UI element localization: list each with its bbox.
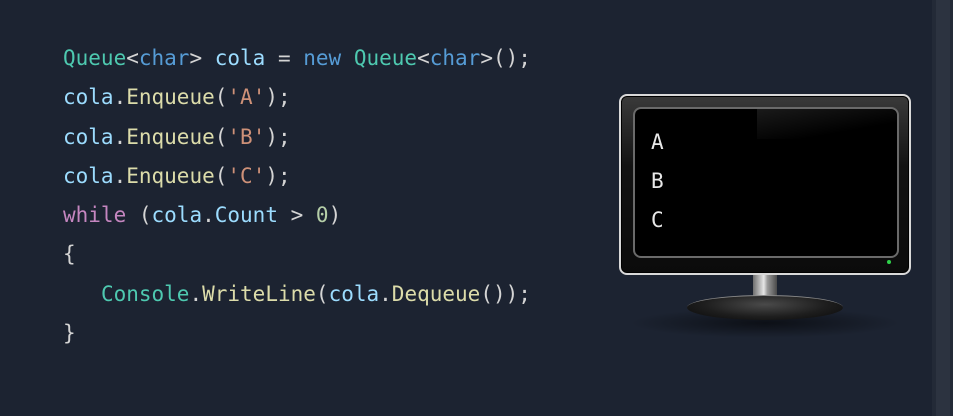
code-line: {: [63, 235, 531, 274]
code-token: WriteLine: [202, 281, 316, 306]
code-token: Queue: [63, 46, 127, 70]
code-token: <: [126, 46, 139, 70]
code-token: (: [214, 163, 228, 188]
code-token: {: [63, 242, 76, 267]
monitor-icon: A B C: [619, 94, 911, 338]
code-token: >: [189, 46, 215, 70]
code-token: while: [63, 203, 127, 228]
code-line: Queue<char> cola = new Queue<char>();: [63, 39, 531, 78]
code-token: .: [379, 281, 392, 306]
code-token: }: [63, 321, 76, 346]
code-block: Queue<char> cola = new Queue<char>(); col…: [63, 39, 531, 353]
code-token: .: [202, 203, 215, 228]
code-token: char: [429, 46, 481, 70]
scrollbar[interactable]: [932, 0, 953, 416]
code-token: cola: [63, 85, 114, 110]
code-token: .: [113, 163, 127, 188]
monitor-neck: [753, 275, 777, 297]
code-line: cola.Enqueue('C');: [63, 157, 531, 196]
monitor-bezel: A B C: [619, 94, 911, 275]
console-line: A: [651, 130, 664, 154]
code-line: Console.WriteLine(cola.Dequeue());: [63, 275, 531, 314]
code-token: Dequeue: [391, 281, 481, 306]
code-token: char: [138, 46, 190, 70]
code-token: );: [265, 163, 291, 188]
code-token: Enqueue: [126, 163, 215, 188]
code-token: (: [126, 203, 152, 228]
code-token: 'C': [227, 163, 266, 188]
code-token: Count: [214, 203, 278, 228]
console-screen: A B C: [633, 107, 899, 258]
code-token: .: [113, 124, 127, 149]
code-token: );: [265, 124, 291, 149]
code-token: .: [189, 281, 203, 306]
code-token: cola: [214, 46, 266, 70]
monitor-stand: [687, 295, 843, 320]
code-token: ): [328, 203, 342, 228]
code-line: while (cola.Count > 0): [63, 196, 531, 235]
code-token: new: [303, 46, 342, 70]
code-token: <: [417, 46, 430, 70]
code-token: cola: [63, 163, 114, 188]
console-line: C: [651, 208, 664, 232]
code-line: }: [63, 314, 531, 353]
scrollbar-thumb[interactable]: [936, 0, 950, 416]
code-token: .: [113, 85, 127, 110]
power-led-icon: [887, 260, 891, 264]
console-output: A B C: [651, 123, 664, 240]
code-token: >();: [480, 46, 531, 70]
screen-glare: [757, 109, 897, 139]
code-token: Queue: [353, 46, 418, 70]
code-token: (: [214, 85, 228, 110]
code-line: cola.Enqueue('B');: [63, 118, 531, 157]
code-token: cola: [328, 281, 380, 306]
code-token: Console: [100, 281, 190, 306]
code-token: =: [265, 46, 304, 70]
code-token: cola: [151, 203, 203, 228]
code-token: ());: [480, 281, 531, 306]
code-token: (: [315, 281, 329, 306]
code-token: 0: [315, 203, 329, 228]
code-token: 'A': [227, 85, 266, 110]
code-token: Enqueue: [126, 124, 215, 149]
code-line: cola.Enqueue('A');: [63, 78, 531, 117]
code-token: (: [214, 124, 228, 149]
code-token: Enqueue: [126, 85, 215, 110]
code-token: );: [265, 85, 291, 110]
console-line: B: [651, 169, 664, 193]
code-token: 'B': [227, 124, 266, 149]
code-token: cola: [63, 124, 114, 149]
code-token: >: [277, 203, 316, 228]
